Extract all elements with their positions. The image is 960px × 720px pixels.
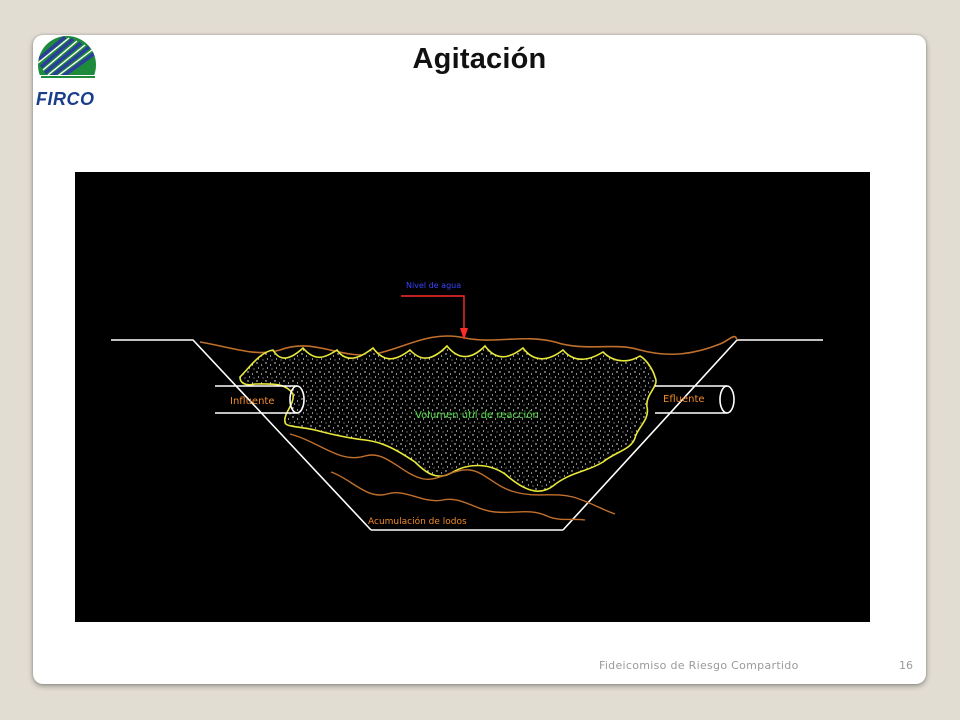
lagoon-diagram-svg: Influente Efluente Volumen útil de reacc… (111, 281, 823, 531)
water-level-line (199, 335, 738, 356)
sludge-label: Acumulación de lodos (368, 516, 467, 527)
footer-text: Fideicomiso de Riesgo Compartido (599, 659, 799, 672)
reaction-volume-label: Volumen útil de reacción (415, 409, 539, 421)
page-number: 16 (899, 659, 913, 672)
slide-title: Agitación (412, 43, 547, 75)
influent-label: Influente (230, 396, 275, 407)
firco-logo-text: FIRCO (36, 89, 95, 109)
lagoon-diagram: Influente Efluente Volumen útil de reacc… (75, 172, 870, 622)
water-level-arrow-line (401, 295, 465, 334)
slide: FIRCO Agitación Influente Efluente Volum… (33, 35, 926, 684)
water-level-label: Nivel de agua (406, 281, 461, 290)
effluent-label: Efluente (663, 394, 705, 405)
